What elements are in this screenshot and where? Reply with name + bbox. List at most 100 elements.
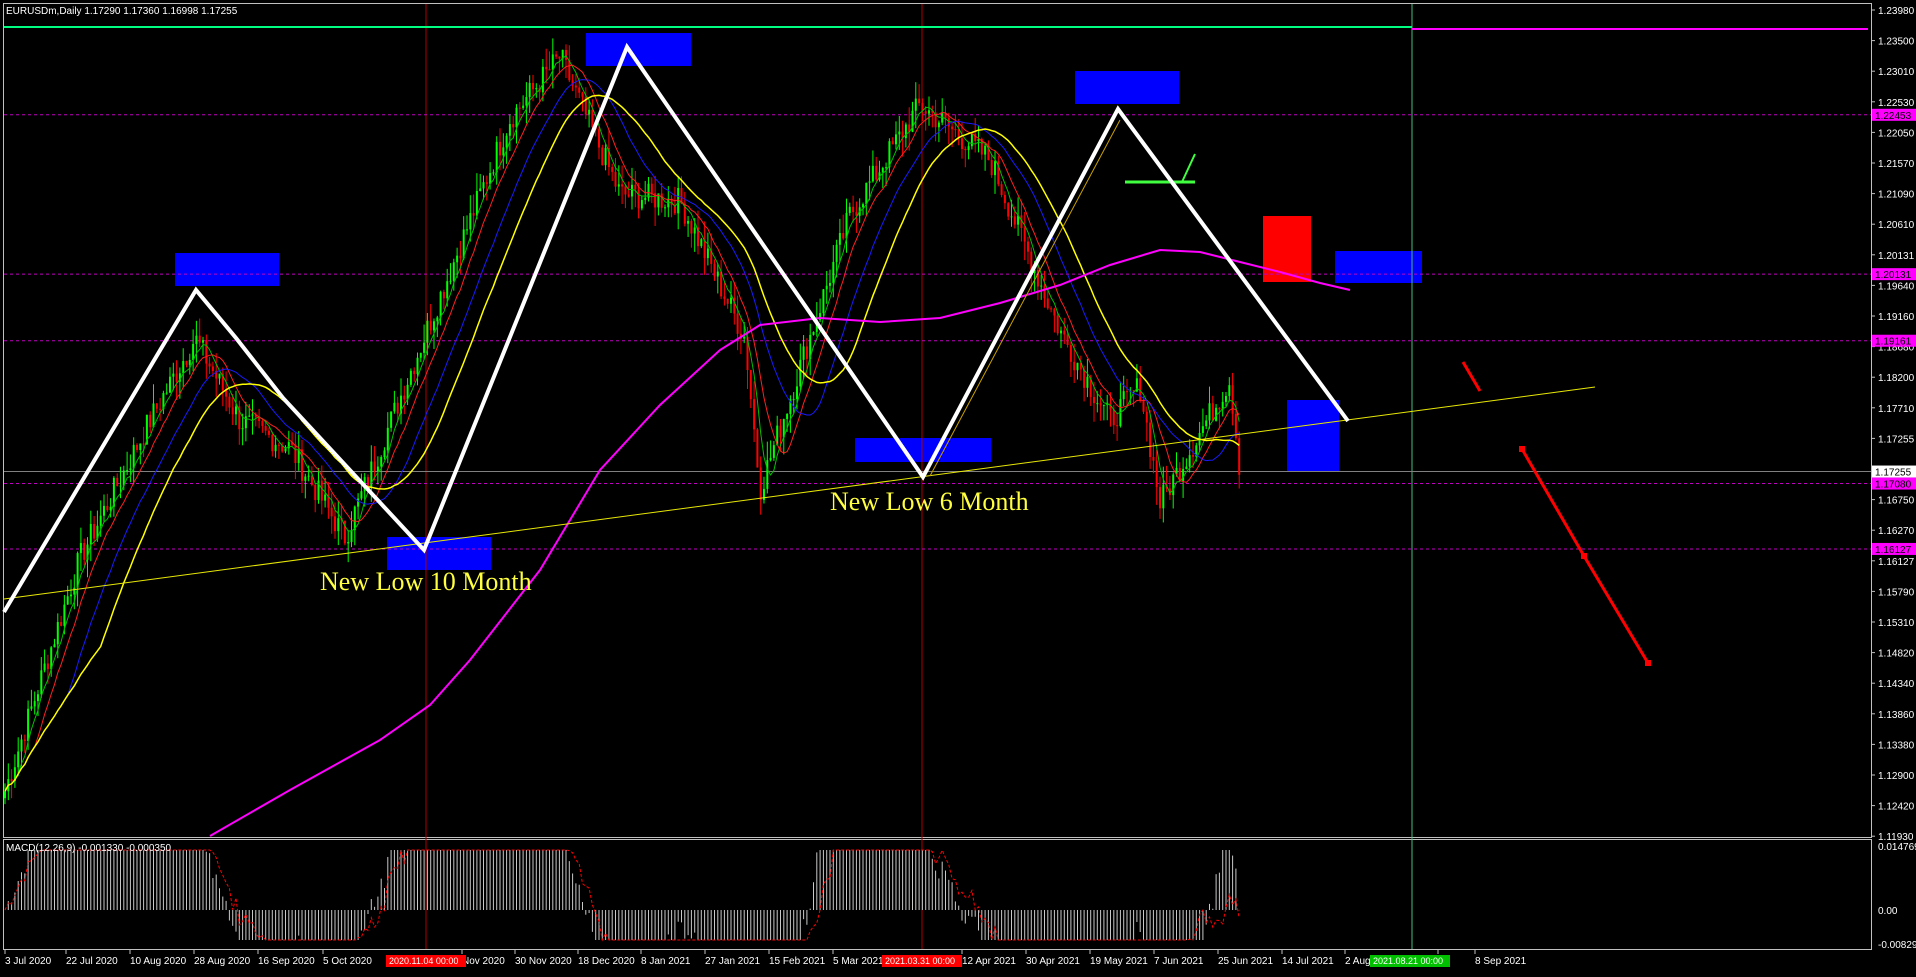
candle-body: [881, 167, 884, 173]
time-axis-highlight-label: 2020.11.04 00:00: [389, 956, 458, 966]
time-axis-label: 5 Mar 2021: [833, 956, 884, 967]
candle-body: [83, 543, 86, 560]
candle-body: [541, 66, 544, 93]
candle-body: [413, 370, 416, 375]
candle-body: [439, 291, 442, 318]
blue-zone-rectangle[interactable]: [387, 537, 491, 570]
candle-body: [822, 289, 825, 314]
candle-body: [1238, 438, 1241, 475]
blue-zone-rectangle[interactable]: [1287, 400, 1339, 471]
candle-body: [66, 596, 69, 605]
candle-body: [419, 352, 422, 358]
candle-body: [637, 189, 640, 209]
candle-body: [241, 428, 244, 430]
time-axis-label: 22 Jul 2020: [66, 956, 118, 967]
candle-body: [228, 396, 231, 408]
candle-body: [621, 184, 624, 187]
candle-body: [482, 182, 485, 189]
candle-body: [479, 188, 482, 192]
price-badge-label: 1.17255: [1875, 468, 1912, 479]
candle-body: [1211, 403, 1214, 421]
candle-body: [502, 147, 505, 156]
candle-body: [792, 399, 795, 401]
candle-body: [1023, 227, 1026, 242]
candle-body: [76, 553, 79, 588]
candle-body: [202, 340, 204, 343]
candle-body: [353, 506, 356, 531]
candle-body: [433, 321, 435, 331]
candle-body: [634, 184, 637, 190]
candle-body: [60, 622, 63, 626]
candle-body: [802, 346, 805, 360]
price-scale-label: 1.21570: [1878, 159, 1915, 170]
candle-body: [825, 285, 828, 290]
blue-zone-rectangle[interactable]: [1335, 251, 1422, 283]
price-scale-label: 1.19160: [1878, 312, 1915, 323]
time-axis-label: 25 Jun 2021: [1218, 956, 1273, 967]
candle-body: [380, 457, 383, 467]
candle-body: [1003, 194, 1006, 204]
projection-arrow-node: [1645, 660, 1651, 666]
candle-body: [383, 450, 386, 458]
candle-body: [116, 477, 119, 487]
candle-body: [23, 739, 26, 741]
candle-body: [967, 146, 970, 151]
candle-body: [832, 261, 835, 283]
candle-body: [1000, 184, 1003, 195]
candle-body: [558, 56, 561, 59]
candle-body: [756, 429, 759, 468]
time-axis-label: 16 Sep 2020: [258, 956, 315, 967]
time-axis-label: 30 Nov 2020: [515, 956, 572, 967]
candle-body: [409, 370, 412, 385]
candle-body: [70, 594, 72, 597]
blue-zone-rectangle[interactable]: [1075, 71, 1179, 104]
candle-body: [264, 425, 267, 431]
time-axis-label: 14 Jul 2021: [1282, 956, 1334, 967]
price-scale-label: 1.17255: [1878, 434, 1915, 445]
candle-body: [320, 480, 323, 501]
candle-body: [954, 129, 957, 131]
candle-body: [225, 390, 228, 397]
price-scale-label: 1.18200: [1878, 373, 1915, 384]
candle-body: [426, 320, 429, 343]
blue-zone-rectangle[interactable]: [175, 253, 279, 286]
candle-body: [205, 340, 208, 364]
candle-body: [456, 255, 459, 263]
time-axis-highlight-label: 2021.08.21 00:00: [1373, 956, 1443, 966]
candle-body: [373, 461, 376, 472]
price-badge-label: 1.16127: [1875, 545, 1912, 556]
candle-body: [525, 97, 528, 106]
price-scale-label: 1.22050: [1878, 128, 1915, 139]
candle-body: [73, 587, 76, 595]
candle-body: [357, 498, 360, 507]
candle-body: [1063, 330, 1066, 335]
candle-body: [1013, 216, 1016, 225]
candle-body: [37, 694, 39, 702]
candle-body: [1172, 474, 1175, 496]
time-axis-label: 5 Oct 2020: [323, 956, 372, 967]
time-axis-label: 19 May 2021: [1090, 956, 1148, 967]
candle-body: [598, 129, 600, 148]
candle-body: [838, 233, 841, 245]
candle-body: [172, 373, 175, 377]
candle-body: [1073, 361, 1076, 371]
candle-body: [640, 200, 643, 209]
candle-body: [716, 271, 719, 277]
candle-body: [970, 133, 973, 147]
candle-body: [895, 134, 897, 145]
candle-body: [617, 184, 620, 187]
candle-body: [99, 515, 102, 526]
candle-body: [4, 791, 6, 799]
red-zone-rectangle[interactable]: [1263, 216, 1311, 282]
candle-body: [27, 708, 30, 741]
candle-body: [1060, 330, 1062, 334]
candle-body: [875, 165, 878, 180]
price-scale-label: 1.14340: [1878, 679, 1915, 690]
blue-zone-rectangle[interactable]: [855, 438, 991, 462]
chart-window[interactable]: 1.23980 1.23500 1.23010 1.22530 1.22050 1.215…: [0, 0, 1916, 972]
candle-body: [231, 407, 234, 415]
candle-body: [512, 124, 515, 128]
candle-body: [132, 444, 135, 469]
price-chart[interactable]: 1.23980 1.23500 1.23010 1.22530 1.22050 1.215…: [0, 0, 1916, 972]
price-scale-label: 1.15310: [1878, 618, 1915, 629]
